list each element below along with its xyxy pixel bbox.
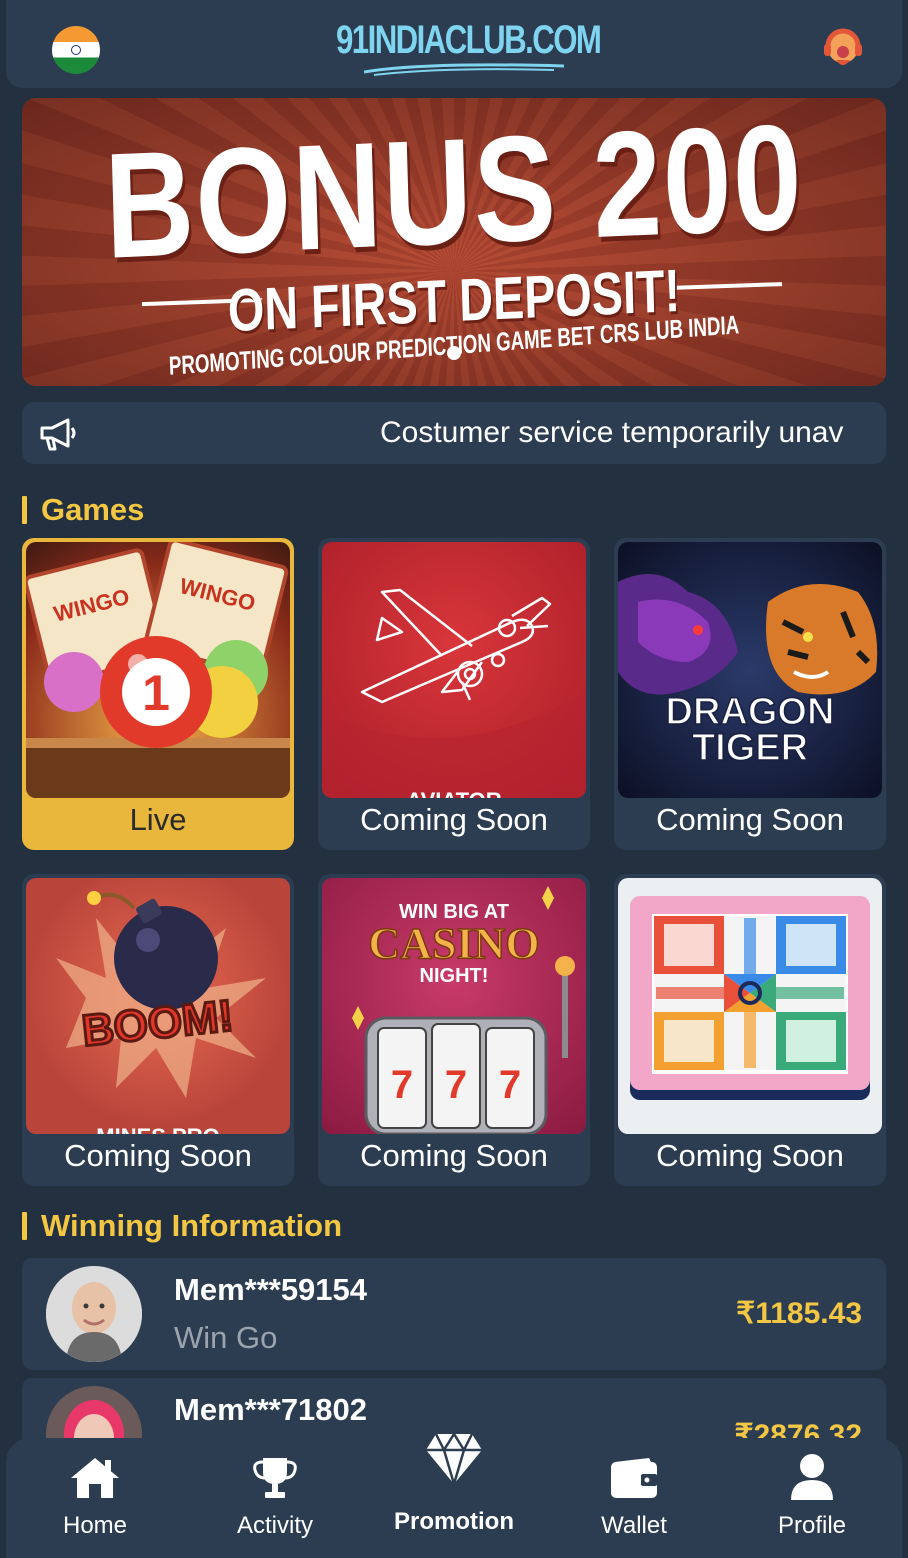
mines-peek-text: MINES PRO [96, 1124, 219, 1134]
slot-machine-icon: WIN BIG AT CASINO NIGHT! 7 7 7 [352, 886, 575, 1134]
aviator-plane-icon: AVIATOR [322, 588, 586, 798]
aviator-thumbnail: AVIATOR [322, 542, 586, 798]
notice-bar: Costumer service temporarily unav [22, 402, 886, 464]
game-card-dragon-tiger[interactable]: DRAGON TIGER Coming Soon [614, 538, 886, 850]
game-card-aviator[interactable]: AVIATOR Coming Soon [318, 538, 590, 850]
top-header: 91INDIACLUB.COM [6, 0, 902, 88]
diamond-icon [426, 1431, 482, 1486]
logo-text: 91INDIACLUB.COM [336, 18, 602, 62]
nav-activity[interactable]: Activity [195, 1438, 355, 1558]
winner-name: Mem***59154 [174, 1272, 368, 1307]
wingo-artwork: WINGO WINGO 1 [26, 542, 290, 798]
carousel-dot[interactable] [447, 346, 461, 360]
game-card-mines-pro[interactable]: BOOM! MINES PRO Coming Soon [22, 874, 294, 1186]
game-card-casino[interactable]: WIN BIG AT CASINO NIGHT! 7 7 7 Coming So… [318, 874, 590, 1186]
dragon-tiger-artwork: DRAGON TIGER [618, 574, 878, 770]
logo-wave-icon [364, 63, 564, 76]
nav-home[interactable]: Home [15, 1438, 175, 1558]
games-title: Games [41, 492, 145, 527]
bomb-icon: BOOM! MINES PRO [56, 891, 266, 1134]
notice-text: Costumer service temporarily unav [380, 416, 844, 449]
avatar-portrait-icon [46, 1266, 142, 1362]
svg-text:7: 7 [445, 1063, 467, 1107]
nav-home-label: Home [62, 1512, 128, 1539]
megaphone-icon [40, 418, 76, 451]
casino-thumbnail: WIN BIG AT CASINO NIGHT! 7 7 7 [322, 878, 586, 1134]
winning-title: Winning Information [41, 1208, 343, 1243]
avatar [46, 1266, 142, 1362]
game-status-label: Coming Soon [360, 802, 548, 837]
winner-game: Win Go [174, 1320, 278, 1355]
dragon-tiger-thumbnail: DRAGON TIGER [618, 542, 882, 798]
nav-profile[interactable]: Profile [732, 1438, 892, 1558]
site-logo[interactable]: 91INDIACLUB.COM [336, 18, 602, 76]
games-section-title: Games [22, 492, 144, 528]
aviator-peek-text: AVIATOR [406, 788, 501, 798]
winning-row[interactable]: Mem***59154 Win Go ₹1185.43 [22, 1258, 886, 1370]
svg-text:1: 1 [142, 665, 170, 721]
india-flag-icon[interactable] [52, 26, 100, 74]
nav-profile-label: Profile [777, 1512, 847, 1539]
nav-promotion-label: Promotion [394, 1508, 514, 1535]
profile-icon [791, 1454, 833, 1500]
ludo-board-icon [630, 896, 870, 1100]
winner-name: Mem***71802 [174, 1392, 368, 1427]
game-status-label: Coming Soon [64, 1138, 252, 1173]
casino-line3: NIGHT! [420, 965, 489, 987]
bottom-nav: Home Activity Promotion Wallet Profile [6, 1431, 902, 1558]
svg-text:TIGER: TIGER [692, 727, 808, 769]
casino-line2: CASINO [368, 919, 539, 968]
game-status-label: Coming Soon [656, 1138, 844, 1173]
title-accent-bar [22, 1212, 27, 1240]
title-accent-bar [22, 496, 27, 524]
svg-text:7: 7 [391, 1063, 413, 1107]
nav-activity-label: Activity [236, 1512, 313, 1539]
promo-banner[interactable]: BONUS 200 ON FIRST DEPOSIT! PROMOTING CO… [22, 98, 886, 386]
winner-amount: ₹1185.43 [736, 1297, 862, 1330]
nav-promotion[interactable]: Promotion [374, 1431, 534, 1558]
customer-support-icon[interactable] [820, 26, 866, 72]
wallet-icon [611, 1458, 657, 1498]
game-card-wingo[interactable]: WINGO WINGO 1 Live [22, 538, 294, 850]
trophy-icon [253, 1458, 297, 1498]
nav-wallet[interactable]: Wallet [554, 1438, 714, 1558]
game-status-label: Coming Soon [656, 802, 844, 837]
ludo-thumbnail [618, 878, 882, 1134]
wingo-thumbnail: WINGO WINGO 1 [26, 542, 290, 798]
winning-section-title: Winning Information [22, 1208, 342, 1244]
svg-text:7: 7 [499, 1063, 521, 1107]
game-status-label: Live [129, 802, 187, 837]
home-icon [71, 1458, 119, 1498]
mines-thumbnail: BOOM! MINES PRO [26, 878, 290, 1134]
game-status-label: Coming Soon [360, 1138, 548, 1173]
game-card-ludo[interactable]: Coming Soon [614, 874, 886, 1186]
nav-wallet-label: Wallet [601, 1512, 667, 1539]
